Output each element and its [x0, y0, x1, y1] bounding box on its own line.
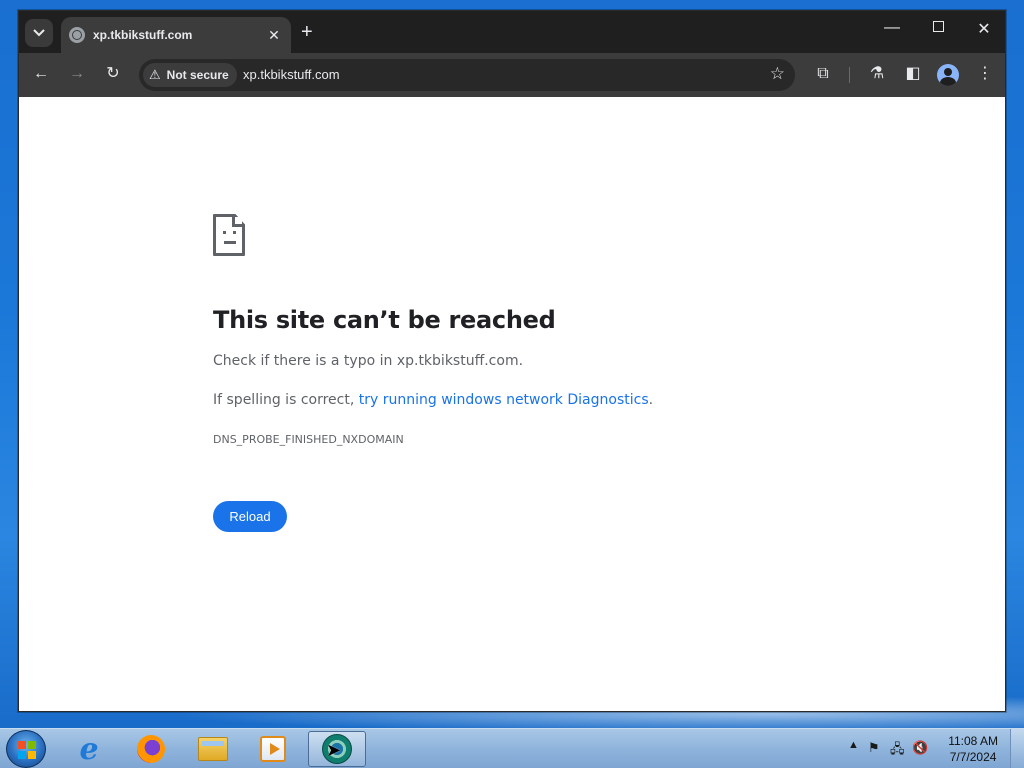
clock[interactable]: 11:08 AM 7/7/2024 — [948, 733, 998, 765]
chevron-down-icon — [33, 29, 45, 37]
tab-search-button[interactable] — [25, 19, 53, 47]
new-tab-button[interactable]: + — [301, 21, 313, 43]
back-button[interactable]: ← — [29, 65, 53, 83]
taskbar-file-explorer[interactable] — [184, 731, 242, 767]
globe-icon — [69, 27, 85, 43]
profile-head — [944, 68, 952, 76]
document-eye-right — [233, 231, 236, 234]
folder-icon — [198, 737, 228, 761]
document-mouth — [224, 241, 236, 244]
warning-icon: ⚠ — [149, 67, 161, 82]
diagnostics-link[interactable]: try running windows network Diagnostics — [359, 392, 649, 408]
tray-overflow-icon[interactable]: ▲ — [848, 739, 859, 751]
kebab-menu-icon[interactable]: ⋮ — [973, 65, 997, 83]
close-window-button[interactable]: ✕ — [969, 19, 999, 39]
start-button[interactable] — [6, 730, 46, 768]
profile-avatar[interactable] — [937, 64, 959, 86]
error-diagnostics-hint: If spelling is correct, try running wind… — [213, 392, 653, 408]
diagnostics-prefix: If spelling is correct, — [213, 392, 359, 408]
internet-explorer-icon: e — [79, 731, 99, 767]
taskbar-media-player[interactable] — [244, 731, 302, 767]
labs-flask-icon[interactable]: ⚗ — [865, 65, 889, 83]
side-panel-icon[interactable]: ◧ — [901, 65, 925, 83]
extensions-icon[interactable]: ⧉ — [811, 65, 835, 83]
profile-body — [940, 77, 956, 86]
browser-toolbar: ← → ↻ ⚠ Not secure xp.tkbikstuff.com ☆ ⧉… — [19, 53, 1005, 97]
document-eye-left — [223, 231, 226, 234]
security-chip[interactable]: ⚠ Not secure — [143, 63, 237, 87]
page-content: This site can’t be reached Check if ther… — [19, 97, 1005, 711]
show-desktop-button[interactable] — [1010, 729, 1024, 768]
volume-muted-icon[interactable]: 🔇 — [912, 740, 928, 756]
taskbar: e ▲ ⚑ 🖧 🔇 11:08 AM 7/7/2024 — [0, 728, 1024, 768]
maximize-icon — [932, 21, 944, 32]
mouse-cursor-icon: ➤ — [326, 740, 342, 760]
network-icon[interactable]: 🖧 — [890, 740, 905, 762]
tab-close-icon[interactable]: ✕ — [265, 27, 283, 44]
system-tray: ▲ ⚑ 🖧 🔇 11:08 AM 7/7/2024 — [834, 729, 1024, 768]
security-label: Not secure — [166, 68, 229, 82]
media-player-icon — [260, 736, 286, 762]
tab-title: xp.tkbikstuff.com — [93, 28, 193, 42]
tab-active[interactable]: xp.tkbikstuff.com ✕ — [61, 17, 291, 53]
reload-toolbar-button[interactable]: ↻ — [101, 65, 125, 83]
browser-window: xp.tkbikstuff.com ✕ + — ✕ ← → ↻ ⚠ Not se… — [18, 10, 1006, 712]
document-fold — [232, 214, 245, 227]
clock-date: 7/7/2024 — [949, 750, 997, 764]
diagnostics-suffix: . — [648, 392, 654, 408]
taskbar-internet-explorer[interactable]: e — [60, 731, 118, 767]
url-text[interactable]: xp.tkbikstuff.com — [243, 67, 340, 82]
toolbar-divider — [849, 67, 850, 83]
maximize-button[interactable] — [923, 19, 953, 37]
bookmark-star-icon[interactable]: ☆ — [770, 64, 785, 84]
clock-time: 11:08 AM — [948, 734, 998, 748]
error-title: This site can’t be reached — [213, 306, 556, 334]
error-code: DNS_PROBE_FINISHED_NXDOMAIN — [213, 433, 404, 446]
firefox-icon — [137, 735, 165, 763]
taskbar-firefox[interactable] — [122, 731, 180, 767]
address-bar[interactable]: ⚠ Not secure xp.tkbikstuff.com ☆ — [139, 59, 795, 91]
reload-button[interactable]: Reload — [213, 501, 287, 532]
action-center-flag-icon[interactable]: ⚑ — [868, 740, 880, 756]
minimize-button[interactable]: — — [877, 19, 907, 37]
forward-button[interactable]: → — [65, 65, 89, 83]
windows-logo-icon — [18, 741, 36, 759]
error-typo-hint: Check if there is a typo in xp.tkbikstuf… — [213, 353, 524, 369]
tab-strip: xp.tkbikstuff.com ✕ + — ✕ — [19, 11, 1005, 53]
sad-document-icon — [213, 214, 245, 256]
